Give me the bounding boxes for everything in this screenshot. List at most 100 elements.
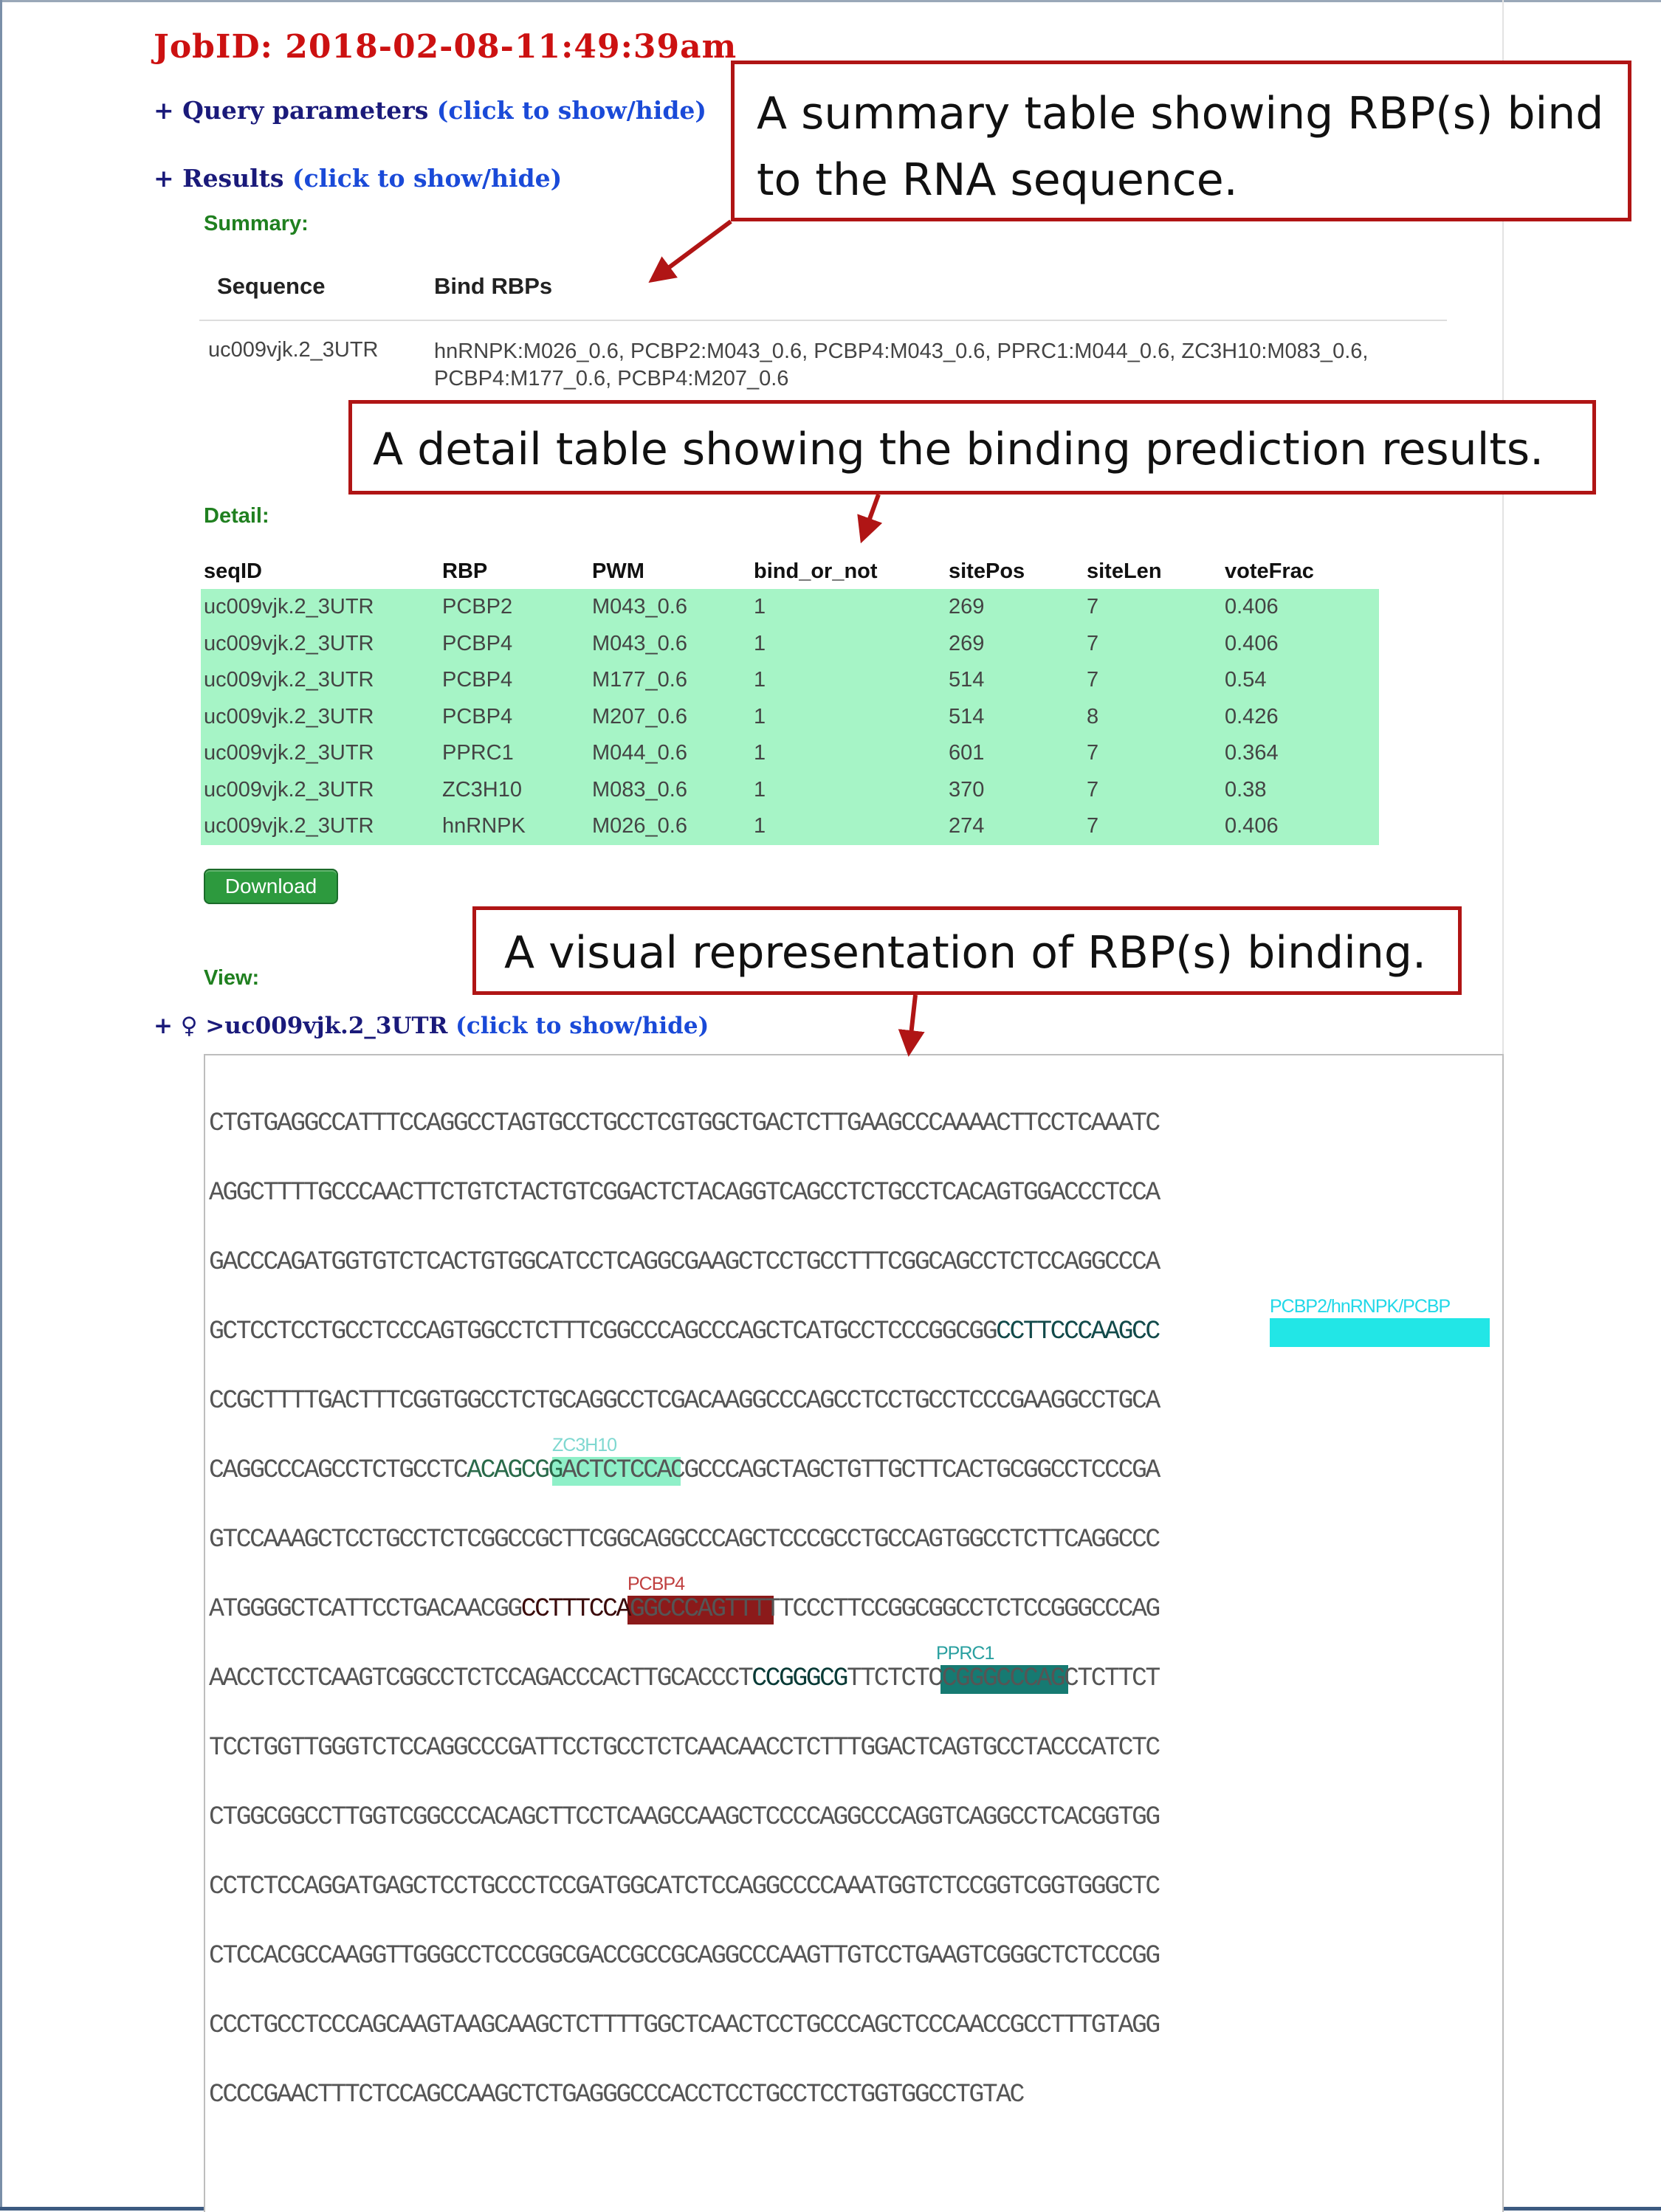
cell-sitepos: 514	[946, 662, 1084, 699]
cell-pwm: M207_0.6	[589, 698, 751, 735]
sequence-line: CTGGCGGCCTTGGTCGGCCCACAGCTTCCTCAAGCCAAGC…	[209, 1803, 1160, 1832]
cell-seqid: uc009vjk.2_3UTR	[201, 625, 439, 662]
cell-sitelen: 7	[1084, 771, 1222, 808]
sequence-segment: ACTCTCCACGCCCAGCTAGCTGTTGCTTCACTGCGGCCTC…	[561, 1456, 1160, 1485]
expand-plus-icon: +	[154, 1013, 181, 1039]
cell-sitelen: 7	[1084, 735, 1222, 772]
sequence-id-label: >uc009vjk.2_3UTR	[197, 1013, 456, 1039]
sequence-line: GCTCCTCCTGCCTCCCAGTGGCCTCTTTCGGCCCAGCCCA…	[209, 1317, 1160, 1346]
query-parameters-label: Query parameters	[182, 96, 429, 125]
sequence-line: CCTCTCCAGGATGAGCTCCTGCCCTCCGATGGCATCTCCA…	[209, 1872, 1160, 1901]
cell-rbp: PCBP4	[439, 698, 589, 735]
window-top-border	[0, 0, 1661, 2]
sequence-segment: AACCTCCTCAAGTCGGCCTCTCCAGACCCACTTGCACCCT	[209, 1664, 754, 1693]
summary-col-bind-rbps: Bind RBPs	[434, 273, 553, 299]
summary-header-divider	[199, 320, 1447, 321]
sequence-segment: GGCCCAGTTTTTCCCTTCCGGCGGCCTCTCCGGGCCCAG	[629, 1595, 1160, 1624]
cell-rbp: hnRNPK	[439, 808, 589, 845]
summary-callout-line1: A summary table showing RBP(s) bind	[757, 88, 1604, 139]
sequence-line: ATGGGGCTCATTCCTGACAACGGCCTTTCCAGGCCCAGTT…	[209, 1595, 1160, 1624]
cell-pwm: M083_0.6	[589, 771, 751, 808]
col-bind-or-not: bind_or_not	[751, 554, 946, 589]
cell-seqid: uc009vjk.2_3UTR	[201, 589, 439, 626]
binding-site-highlight-pcbp2-group	[1270, 1318, 1490, 1347]
expand-plus-icon: +	[154, 96, 183, 125]
sequence-line: GACCCAGATGGTGTCTCACTGTGGCATCCTCAGGCGAAGC…	[209, 1248, 1160, 1277]
cell-sitepos: 269	[946, 625, 1084, 662]
sequence-segment: TTCTCTCCGGGCCCAGCTCTTCT	[846, 1664, 1160, 1693]
table-row: uc009vjk.2_3UTR hnRNPK M026_0.6 1 274 7 0.406	[201, 808, 1379, 845]
cell-votefrac: 0.406	[1222, 625, 1379, 662]
cell-votefrac: 0.54	[1222, 662, 1379, 699]
summary-row-sequence: uc009vjk.2_3UTR	[208, 338, 379, 362]
cell-bind-or-not: 1	[751, 589, 946, 626]
cell-sitepos: 601	[946, 735, 1084, 772]
cell-pwm: M043_0.6	[589, 625, 751, 662]
sequence-line: CCGCTTTTGACTTTCGGTGGCCTCTGCAGGCCTCGACAAG…	[209, 1387, 1160, 1416]
cell-bind-or-not: 1	[751, 662, 946, 699]
sequence-show-hide-link[interactable]: (click to show/hide)	[455, 1013, 709, 1039]
view-heading: View:	[204, 966, 260, 990]
cell-votefrac: 0.38	[1222, 771, 1379, 808]
sequence-line: CAGGCCCAGCCTCTGCCTCACAGCGGACTCTCCACGCCCA…	[209, 1456, 1160, 1485]
job-id-title: JobID: 2018-02-08-11:49:39am	[154, 28, 737, 66]
cell-sitelen: 7	[1084, 625, 1222, 662]
cell-rbp: PPRC1	[439, 735, 589, 772]
results-show-hide-link[interactable]: (click to show/hide)	[292, 164, 562, 193]
download-button[interactable]: Download	[204, 869, 338, 904]
results-toggle[interactable]: + Results (click to show/hide)	[154, 164, 562, 193]
cell-sitelen: 7	[1084, 662, 1222, 699]
summary-callout-line2: to the RNA sequence.	[757, 154, 1238, 206]
cell-votefrac: 0.426	[1222, 698, 1379, 735]
cell-seqid: uc009vjk.2_3UTR	[201, 662, 439, 699]
col-pwm: PWM	[589, 554, 751, 589]
table-row: uc009vjk.2_3UTR PPRC1 M044_0.6 1 601 7 0.364	[201, 735, 1379, 772]
view-callout-text: A visual representation of RBP(s) bindin…	[504, 927, 1427, 979]
col-sitepos: sitePos	[946, 554, 1084, 589]
cell-votefrac: 0.364	[1222, 735, 1379, 772]
query-parameters-show-hide-link[interactable]: (click to show/hide)	[437, 96, 706, 125]
sequence-view-panel: CTGTGAGGCCATTTCCAGGCCTAGTGCCTGCCTCGTGGCT…	[204, 1054, 1504, 2212]
cell-seqid: uc009vjk.2_3UTR	[201, 698, 439, 735]
query-parameters-toggle[interactable]: + Query parameters (click to show/hide)	[154, 96, 706, 125]
detail-arrow	[857, 493, 883, 544]
cell-rbp: PCBP4	[439, 662, 589, 699]
cell-pwm: M026_0.6	[589, 808, 751, 845]
sequence-line: CTCCACGCCAAGGTTGGGCCTCCCGGCGACCGCCGCAGGC…	[209, 1942, 1160, 1971]
view-callout: A visual representation of RBP(s) bindin…	[472, 906, 1462, 995]
cell-bind-or-not: 1	[751, 808, 946, 845]
cell-sitelen: 7	[1084, 808, 1222, 845]
cell-sitepos: 514	[946, 698, 1084, 735]
sequence-line: AACCTCCTCAAGTCGGCCTCTCCAGACCCACTTGCACCCT…	[209, 1664, 1160, 1693]
cell-votefrac: 0.406	[1222, 589, 1379, 626]
cell-seqid: uc009vjk.2_3UTR	[201, 771, 439, 808]
cell-bind-or-not: 1	[751, 771, 946, 808]
col-sitelen: siteLen	[1084, 554, 1222, 589]
cell-seqid: uc009vjk.2_3UTR	[201, 735, 439, 772]
col-rbp: RBP	[439, 554, 589, 589]
sequence-highlighted-segment: ACAGCGG	[467, 1456, 563, 1485]
cell-bind-or-not: 1	[751, 698, 946, 735]
cell-rbp: ZC3H10	[439, 771, 589, 808]
sequence-glyph-icon: ♀	[180, 1013, 198, 1039]
detail-callout-text: A detail table showing the binding predi…	[373, 424, 1544, 475]
cell-bind-or-not: 1	[751, 625, 946, 662]
sequence-segment: CAGGCCCAGCCTCTGCCTC	[209, 1456, 469, 1485]
cell-pwm: M044_0.6	[589, 735, 751, 772]
expand-plus-icon: +	[154, 164, 183, 193]
detail-table-header-row: seqID RBP PWM bind_or_not sitePos siteLe…	[201, 554, 1379, 589]
cell-sitelen: 8	[1084, 698, 1222, 735]
cell-sitelen: 7	[1084, 589, 1222, 626]
table-row: uc009vjk.2_3UTR PCBP4 M043_0.6 1 269 7 0.406	[201, 625, 1379, 662]
cell-seqid: uc009vjk.2_3UTR	[201, 808, 439, 845]
table-row: uc009vjk.2_3UTR PCBP4 M207_0.6 1 514 8 0.426	[201, 698, 1379, 735]
cell-pwm: M177_0.6	[589, 662, 751, 699]
sequence-highlighted-segment: CCTTTCCA	[520, 1595, 632, 1624]
table-row: uc009vjk.2_3UTR PCBP2 M043_0.6 1 269 7 0.406	[201, 589, 1379, 626]
sequence-segment: GCTCCTCCTGCCTCCCAGTGGCCTCTTTCGGCCCAGCCCA…	[209, 1317, 998, 1346]
sequence-line: GTCCAAAGCTCCTGCCTCTCGGCCGCTTCGGCAGGCCCAG…	[209, 1526, 1160, 1554]
sequence-view-toggle[interactable]: + ♀ >uc009vjk.2_3UTR (click to show/hide…	[154, 1013, 709, 1039]
summary-arrow	[648, 219, 732, 283]
table-row: uc009vjk.2_3UTR ZC3H10 M083_0.6 1 370 7 0.38	[201, 771, 1379, 808]
summary-col-sequence: Sequence	[217, 273, 326, 299]
